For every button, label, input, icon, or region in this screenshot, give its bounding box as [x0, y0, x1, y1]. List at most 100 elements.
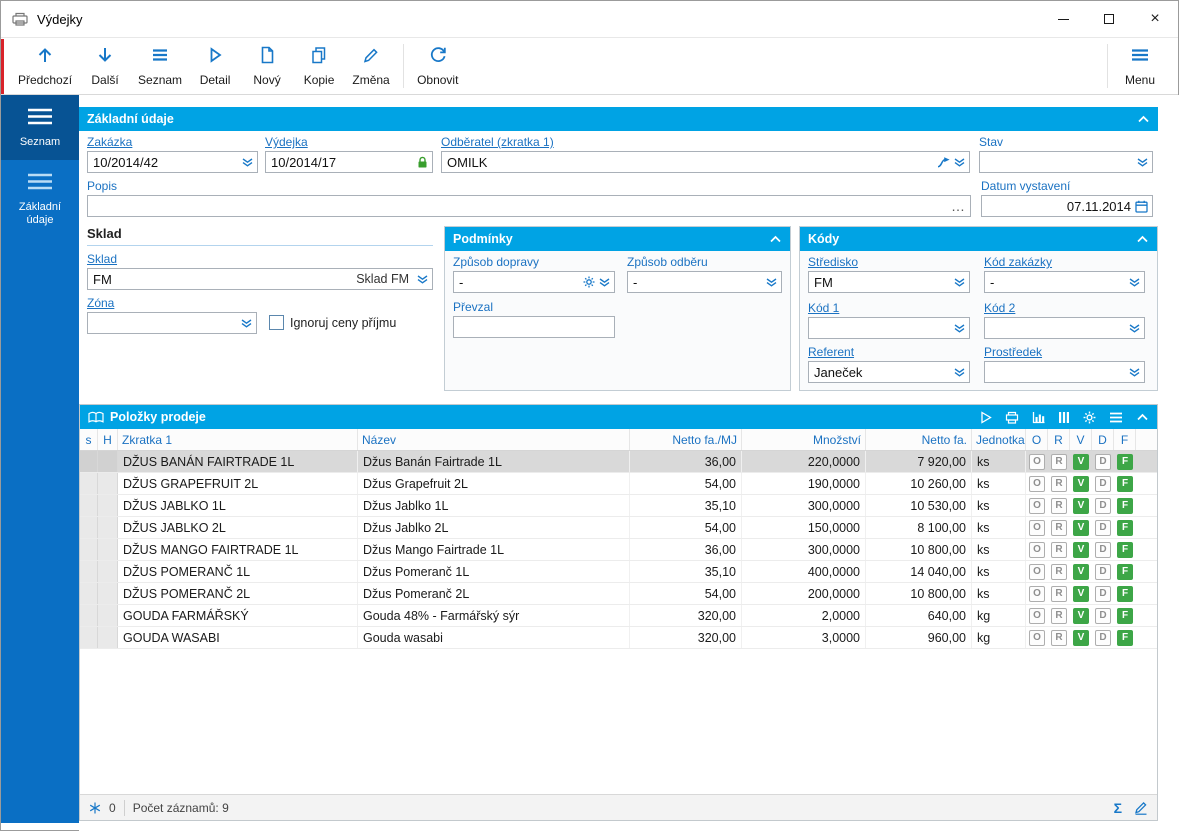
sidebar-item-zakladni-udaje[interactable]: Základní údaje	[1, 160, 79, 238]
dropdown-icon[interactable]	[954, 277, 965, 287]
dropdown-icon[interactable]	[766, 277, 777, 287]
sklad-combo[interactable]: FM Sklad FM	[87, 268, 433, 290]
kod2-combo[interactable]	[984, 317, 1145, 339]
sklad-label[interactable]: Sklad	[87, 252, 433, 266]
table-row[interactable]: DŽUS POMERANČ 2L Džus Pomeranč 2L 54,00 …	[80, 583, 1157, 605]
open-link-icon[interactable]	[937, 156, 950, 168]
detail-button[interactable]: Detail	[189, 41, 241, 91]
odberatel-label[interactable]: Odběratel (zkratka 1)	[441, 135, 970, 149]
col-header-o[interactable]: O	[1026, 429, 1048, 450]
gear-icon[interactable]	[583, 276, 595, 288]
calendar-icon[interactable]	[1135, 200, 1148, 213]
col-header-s[interactable]: s	[80, 429, 98, 450]
table-row[interactable]: GOUDA WASABI Gouda wasabi 320,00 3,0000 …	[80, 627, 1157, 649]
stav-combo[interactable]	[979, 151, 1153, 173]
cell-nazev: Džus Banán Fairtrade 1L	[358, 451, 630, 472]
table-row[interactable]: DŽUS POMERANČ 1L Džus Pomeranč 1L 35,10 …	[80, 561, 1157, 583]
zakazka-label[interactable]: Zakázka	[87, 135, 258, 149]
chart-icon[interactable]	[1032, 411, 1045, 424]
table-row[interactable]: DŽUS JABLKO 2L Džus Jablko 2L 54,00 150,…	[80, 517, 1157, 539]
row-filler-cell	[1136, 495, 1157, 516]
dropdown-icon[interactable]	[1129, 367, 1140, 377]
dropdown-icon[interactable]	[1129, 323, 1140, 333]
dropdown-icon[interactable]	[1137, 157, 1148, 167]
collapse-icon[interactable]	[1136, 234, 1149, 244]
col-header-mnozstvi[interactable]: Množství	[742, 429, 866, 450]
table-row[interactable]: DŽUS GRAPEFRUIT 2L Džus Grapefruit 2L 54…	[80, 473, 1157, 495]
collapse-icon[interactable]	[1136, 412, 1149, 422]
dropdown-icon[interactable]	[954, 323, 965, 333]
zona-combo[interactable]	[87, 312, 257, 334]
podminky-header: Podmínky	[445, 227, 790, 251]
edit-pencil-icon[interactable]	[1134, 801, 1148, 815]
vydejka-label[interactable]: Výdejka	[265, 135, 433, 149]
row-filler-cell	[1136, 539, 1157, 560]
kod-zakazky-label[interactable]: Kód zakázky	[984, 255, 1145, 269]
kod1-label[interactable]: Kód 1	[808, 301, 970, 315]
col-header-netto-mj[interactable]: Netto fa./MJ	[630, 429, 742, 450]
datum-input[interactable]: 07.11.2014	[981, 195, 1153, 217]
col-header-v[interactable]: V	[1070, 429, 1092, 450]
kod1-combo[interactable]	[808, 317, 970, 339]
collapse-icon[interactable]	[1137, 114, 1150, 124]
table-row[interactable]: DŽUS MANGO FAIRTRADE 1L Džus Mango Fairt…	[80, 539, 1157, 561]
sidebar-item-seznam[interactable]: Seznam	[1, 95, 79, 160]
col-header-netto[interactable]: Netto fa.	[866, 429, 972, 450]
odberatel-combo[interactable]: OMILK	[441, 151, 970, 173]
dropdown-icon[interactable]	[417, 274, 428, 284]
zpusob-dopravy-combo[interactable]: -	[453, 271, 615, 293]
menu-button[interactable]: Menu	[1114, 41, 1166, 91]
sum-icon[interactable]: Σ	[1114, 800, 1122, 816]
collapse-icon[interactable]	[769, 234, 782, 244]
col-header-jednotka[interactable]: Jednotka	[972, 429, 1026, 450]
vydejka-combo[interactable]: 10/2014/17	[265, 151, 433, 173]
settings-gear-icon[interactable]	[1083, 411, 1096, 424]
dropdown-icon[interactable]	[954, 157, 965, 167]
col-header-d[interactable]: D	[1092, 429, 1114, 450]
refresh-button[interactable]: Obnovit	[410, 41, 465, 91]
popis-input[interactable]: …	[87, 195, 971, 217]
run-icon[interactable]	[980, 410, 992, 424]
col-header-nazev[interactable]: Název	[358, 429, 630, 450]
referent-label[interactable]: Referent	[808, 345, 970, 359]
ignore-prices-checkbox[interactable]	[269, 315, 284, 330]
dropdown-icon[interactable]	[954, 367, 965, 377]
zpusob-odberu-combo[interactable]: -	[627, 271, 782, 293]
zakazka-combo[interactable]: 10/2014/42	[87, 151, 258, 173]
minimize-button[interactable]	[1040, 1, 1086, 37]
col-header-f[interactable]: F	[1114, 429, 1136, 450]
dropdown-icon[interactable]	[242, 157, 253, 167]
next-button[interactable]: Další	[79, 41, 131, 91]
previous-button[interactable]: Předchozí	[11, 41, 79, 91]
close-button[interactable]: ×	[1132, 1, 1178, 37]
table-row[interactable]: DŽUS BANÁN FAIRTRADE 1L Džus Banán Fairt…	[80, 451, 1157, 473]
kod-zakazky-combo[interactable]: -	[984, 271, 1145, 293]
col-header-zkratka[interactable]: Zkratka 1	[118, 429, 358, 450]
col-header-r[interactable]: R	[1048, 429, 1070, 450]
panel-menu-icon[interactable]	[1109, 412, 1123, 423]
referent-combo[interactable]: Janeček	[808, 361, 970, 383]
ellipsis-button[interactable]: …	[951, 199, 966, 213]
prostredek-label[interactable]: Prostředek	[984, 345, 1145, 359]
new-button[interactable]: Nový	[241, 41, 293, 91]
table-row[interactable]: DŽUS JABLKO 1L Džus Jablko 1L 35,10 300,…	[80, 495, 1157, 517]
copy-button[interactable]: Kopie	[293, 41, 345, 91]
stredisko-combo[interactable]: FM	[808, 271, 970, 293]
zona-label[interactable]: Zóna	[87, 296, 257, 310]
maximize-button[interactable]	[1086, 1, 1132, 37]
field-zpusob-dopravy: Způsob dopravy -	[453, 255, 615, 293]
dropdown-icon[interactable]	[1129, 277, 1140, 287]
prostredek-combo[interactable]	[984, 361, 1145, 383]
table-row[interactable]: GOUDA FARMÁŘSKÝ Gouda 48% - Farmářský sý…	[80, 605, 1157, 627]
row-filler-cell	[1136, 627, 1157, 648]
dropdown-icon[interactable]	[241, 318, 252, 328]
list-button[interactable]: Seznam	[131, 41, 189, 91]
kod2-label[interactable]: Kód 2	[984, 301, 1145, 315]
prevzal-input[interactable]	[453, 316, 615, 338]
edit-button[interactable]: Změna	[345, 41, 397, 91]
col-header-h[interactable]: H	[98, 429, 118, 450]
print-icon[interactable]	[1005, 411, 1019, 424]
dropdown-icon[interactable]	[599, 277, 610, 287]
columns-icon[interactable]	[1058, 411, 1070, 424]
stredisko-label[interactable]: Středisko	[808, 255, 970, 269]
